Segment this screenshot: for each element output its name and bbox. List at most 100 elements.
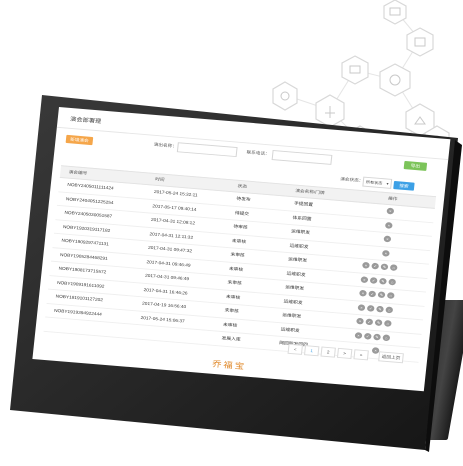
column-header: 时间 [155,176,165,182]
time-cell: 2017-04-31 12:11:32 [149,231,194,240]
name-cell: 运维职发 [283,298,303,305]
add-button[interactable]: 新增演会 [65,134,94,146]
status-cell: 未审核 [225,293,241,300]
time-cell: 2017-04-31 09:47:32 [147,245,193,254]
delete-icon[interactable]: × [382,249,390,257]
time-cell: 2017-05-24 15:06:37 [140,314,185,323]
home-icon[interactable]: ⌂ [382,333,391,341]
delete-icon[interactable]: × [359,289,367,297]
status-cell: 待审核 [233,224,248,230]
row-actions: × ✓ ✎ ⌂ [359,289,395,299]
approve-icon[interactable]: ✓ [368,290,377,298]
last-page-button[interactable]: » [353,349,369,361]
status-cell: 未审核 [231,237,247,244]
tablet-device: 演会部署理 新增演会 演出名称： 联系电话： 导出 演会状态： 所有状态 ▾ 搜… [0,0,463,466]
home-icon[interactable]: ⌂ [385,306,394,313]
row-actions: × ✓ ✎ ⌂ [361,261,398,272]
order-id-cell: NOBY2405011111424 [67,182,114,191]
time-cell: 2017-04-19 16:56:40 [141,300,187,310]
row-actions: × ✓ ✎ ⌂ [357,303,394,313]
time-cell: 2017-04-31 12:08:12 [150,217,196,226]
chevron-down-icon: ▾ [386,181,389,186]
row-actions: × ✓ ✎ ⌂ [354,331,391,341]
delete-icon[interactable]: × [383,235,392,243]
status-filter-label: 演会状态： [340,176,364,183]
approve-icon[interactable]: ✓ [365,318,374,326]
order-id-cell: NOBY1908173715572 [58,265,107,275]
row-actions: × [382,249,390,257]
page-title: 演会部署理 [69,117,102,125]
search-button[interactable]: 搜索 [393,180,415,191]
home-icon[interactable]: ⌂ [386,292,395,299]
name-cell: 运维职发 [282,312,302,319]
status-cell: 未审核 [222,321,238,328]
name-cell: 运维职发 [289,242,309,249]
prev-page-button[interactable]: < [287,343,303,355]
edit-icon[interactable]: ✎ [373,333,382,341]
edit-icon[interactable]: ✎ [377,291,386,299]
name-filter-input[interactable] [176,142,238,158]
tablet-screen: 演会部署理 新增演会 演出名称： 联系电话： 导出 演会状态： 所有状态 ▾ 搜… [32,107,451,392]
approve-icon[interactable]: ✓ [371,262,380,270]
contact-filter-input[interactable] [271,150,333,165]
page-number-button[interactable]: 2 [320,346,336,358]
name-cell: 运维职发 [284,284,305,291]
name-cell: 运维职发 [290,228,311,235]
table-body: NOBY2405011111424 2017-05-24 15:32:11 待发布手… [43,177,435,363]
approve-icon[interactable]: ✓ [366,304,375,312]
home-icon[interactable]: ⌂ [389,264,398,272]
row-actions: × [386,207,395,215]
approve-icon[interactable]: ✓ [369,276,378,284]
name-cell: 运维职发 [287,256,308,263]
status-cell: 发展入库 [221,335,241,342]
name-cell: 体系回置 [292,214,312,221]
status-cell: 未审核 [230,251,245,258]
status-filter-value: 所有状态 [365,179,383,186]
export-button[interactable]: 导出 [403,160,428,171]
time-cell: 2017-05-17 09:40:14 [152,203,197,212]
edit-icon[interactable]: ✎ [380,263,389,271]
approve-icon[interactable]: ✓ [363,332,372,340]
order-id-cell: NOBY2404051225254 [65,196,114,205]
order-id-cell: NOBY1920319117182 [62,224,111,233]
status-cell: 待发布 [236,196,251,202]
time-cell: 2017-04-31 09:46:49 [144,273,190,282]
status-cell: 未审核 [227,279,242,286]
order-id-cell: NOBY1819101127202 [55,293,104,303]
contact-filter-label: 联系电话： [246,149,270,157]
delete-icon[interactable]: × [357,303,366,311]
edit-icon[interactable]: ✎ [379,277,387,285]
row-actions: × [383,235,392,243]
delete-icon[interactable]: × [356,317,364,325]
delete-icon[interactable]: × [354,331,363,339]
time-cell: 2017-04-31 16:46:26 [143,286,188,296]
name-cell: 运维职发 [280,326,300,333]
name-cell: 手提回置 [293,200,314,207]
back-button[interactable]: 返回上页 [378,351,404,364]
status-filter-select[interactable]: 所有状态 ▾ [362,176,393,189]
order-id-cell: NOBY1909297471131 [61,237,110,247]
name-filter-label: 演出名称： [153,142,178,149]
edit-icon[interactable]: ✎ [376,305,384,313]
row-actions: × [384,221,393,229]
delete-icon[interactable]: × [384,221,393,229]
order-id-cell: NOBY1919394922444 [53,307,103,317]
time-cell: 2017-04-31 09:46:49 [146,259,191,268]
status-cell: 未审核 [224,307,240,314]
order-id-cell: NOBY1909191611092 [56,279,105,289]
delete-icon[interactable]: × [361,261,370,269]
orders-table: 演会编号 时间 状态 演会名称/门牌 操作 NOBY2405011111424 2… [43,165,437,363]
column-header: 操作 [387,195,398,202]
row-actions: × ✓ ✎ ⌂ [356,317,392,327]
page-number-button[interactable]: 1 [303,345,320,357]
order-id-cell: NOBY1905284468291 [59,251,108,261]
home-icon[interactable]: ⌂ [383,319,392,327]
next-page-button[interactable]: > [336,347,353,359]
name-cell: 运维职发 [286,270,306,277]
row-actions: × ✓ ✎ ⌂ [360,275,397,286]
home-icon[interactable]: ⌂ [388,278,397,286]
time-cell: 2017-05-24 15:32:11 [153,189,198,198]
delete-icon[interactable]: × [360,275,369,283]
delete-icon[interactable]: × [386,207,395,215]
edit-icon[interactable]: ✎ [374,319,383,327]
